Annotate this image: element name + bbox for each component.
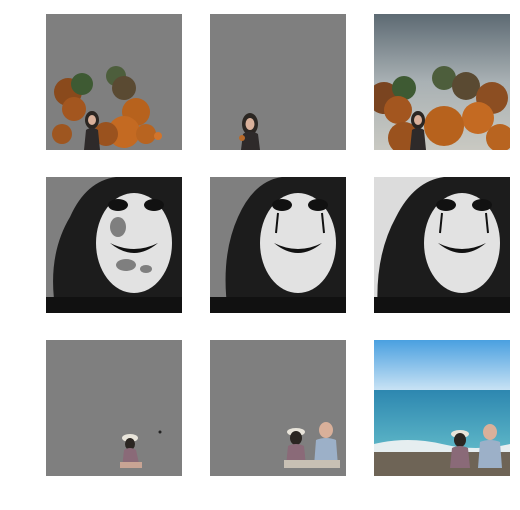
row3-original-photo [374, 340, 510, 476]
person [410, 111, 426, 150]
row3-mask-couple [210, 340, 346, 476]
row3-mask-single-person [46, 340, 182, 476]
row2-mask-partial-face [46, 177, 182, 313]
person-cutout [84, 111, 100, 150]
row1-mask-person-only [210, 14, 346, 150]
row1-mask-trees-and-person [46, 14, 182, 150]
row2-original-photo [374, 177, 510, 313]
row2-mask-full-face [210, 177, 346, 313]
row1-original-photo [374, 14, 510, 150]
